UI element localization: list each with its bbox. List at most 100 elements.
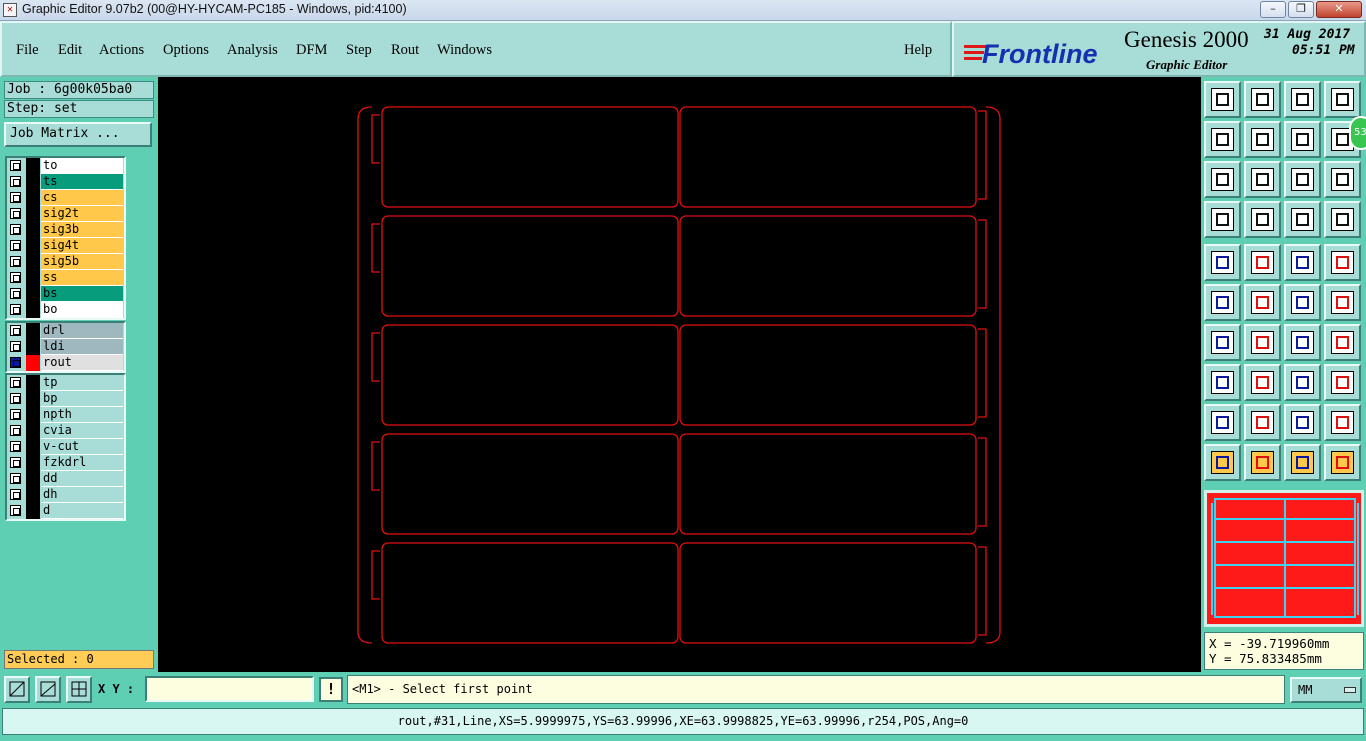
layer-display-swatch[interactable] xyxy=(26,423,40,439)
rect-tool-button[interactable] xyxy=(1244,244,1281,281)
layer-row-fzkdrl[interactable]: fzkdrl xyxy=(7,455,124,471)
layer-checkbox[interactable] xyxy=(10,377,21,388)
layer-name[interactable]: sig3b xyxy=(41,222,123,238)
layer-name[interactable]: cs xyxy=(41,190,123,206)
layer-row-npth[interactable]: npth xyxy=(7,407,124,423)
layer-display-swatch[interactable] xyxy=(26,302,40,318)
layer-display-swatch[interactable] xyxy=(26,238,40,254)
layer-display-swatch[interactable] xyxy=(26,286,40,302)
menu-help[interactable]: Help xyxy=(904,42,932,59)
layer-name[interactable]: npth xyxy=(41,407,123,423)
split-tool-button[interactable] xyxy=(1244,364,1281,401)
layer-name[interactable]: bs xyxy=(41,286,123,302)
point-tool-button[interactable] xyxy=(1324,284,1361,321)
layer-row-cs[interactable]: cs xyxy=(7,190,124,206)
layer-name[interactable]: ldi xyxy=(41,339,123,355)
layer-display-swatch[interactable] xyxy=(26,222,40,238)
layer-row-sig2t[interactable]: sig2t xyxy=(7,206,124,222)
layer-checkbox[interactable] xyxy=(10,409,21,420)
layer-row-bs[interactable]: bs xyxy=(7,286,124,302)
xy-input[interactable] xyxy=(145,676,314,702)
layer-checkbox[interactable] xyxy=(10,457,21,468)
layer-name[interactable]: tp xyxy=(41,375,123,391)
line-tool-button[interactable] xyxy=(1244,324,1281,361)
menu-file[interactable]: File xyxy=(16,42,39,59)
menu-options[interactable]: Options xyxy=(163,42,209,59)
layer-row-bp[interactable]: bp xyxy=(7,391,124,407)
triangle-tool-button[interactable] xyxy=(1204,404,1241,441)
layer-display-swatch[interactable] xyxy=(26,206,40,222)
layer-display-swatch[interactable] xyxy=(26,455,40,471)
snap-angle-button[interactable] xyxy=(35,676,61,703)
select4-tool-button[interactable] xyxy=(1324,444,1361,481)
layer-display-swatch[interactable] xyxy=(26,391,40,407)
layer-name[interactable]: d xyxy=(41,503,123,519)
node-tool-button[interactable] xyxy=(1284,284,1321,321)
down-arrow-tool-button[interactable] xyxy=(1244,81,1281,118)
triangle4-tool-button[interactable] xyxy=(1324,404,1361,441)
snap-center-button[interactable] xyxy=(66,676,92,703)
layer-name[interactable]: fzkdrl xyxy=(41,455,123,471)
left-arrow-tool-button[interactable] xyxy=(1204,121,1241,158)
layer-checkbox[interactable] xyxy=(10,256,21,267)
layer-checkbox[interactable] xyxy=(10,357,21,368)
undo-tool-button[interactable] xyxy=(1284,121,1321,158)
layer-display-swatch[interactable] xyxy=(26,158,40,174)
layer-link2-tool-button[interactable] xyxy=(1324,201,1361,238)
scale-tool-button[interactable] xyxy=(1204,364,1241,401)
layer-row-drl[interactable]: drl xyxy=(7,323,124,339)
layer-name[interactable]: dd xyxy=(41,471,123,487)
layer-row-sig3b[interactable]: sig3b xyxy=(7,222,124,238)
mirror-tool-button[interactable] xyxy=(1324,324,1361,361)
layer-checkbox[interactable] xyxy=(10,304,21,315)
right-arrow-tool-button[interactable] xyxy=(1244,121,1281,158)
menu-windows[interactable]: Windows xyxy=(437,42,492,59)
layer-checkbox[interactable] xyxy=(10,441,21,452)
up-arrow-tool-button[interactable] xyxy=(1204,81,1241,118)
layer-display-swatch[interactable] xyxy=(26,503,40,519)
layer-name[interactable]: bp xyxy=(41,391,123,407)
layer-checkbox[interactable] xyxy=(10,288,21,299)
layer-link-tool-button[interactable] xyxy=(1284,201,1321,238)
layer-row-dh[interactable]: dh xyxy=(7,487,124,503)
layer-name[interactable]: cvia xyxy=(41,423,123,439)
layer-display-swatch[interactable] xyxy=(26,270,40,286)
layer-name[interactable]: dh xyxy=(41,487,123,503)
layer-display-swatch[interactable] xyxy=(26,254,40,270)
connect-tool-button[interactable] xyxy=(1204,284,1241,321)
layer-display-swatch[interactable] xyxy=(26,487,40,503)
layer-checkbox[interactable] xyxy=(10,341,21,352)
layer-row-sig5b[interactable]: sig5b xyxy=(7,254,124,270)
exclamation-button[interactable]: ! xyxy=(319,677,343,702)
close-button[interactable]: ✕ xyxy=(1316,1,1362,18)
layer-row-to[interactable]: to xyxy=(7,158,124,174)
select3-tool-button[interactable] xyxy=(1284,444,1321,481)
layer-display-swatch[interactable] xyxy=(26,339,40,355)
angle-tool-button[interactable] xyxy=(1204,324,1241,361)
zoom-window-tool-button[interactable] xyxy=(1324,81,1361,118)
layer-checkbox[interactable] xyxy=(10,393,21,404)
layer-name[interactable]: sig2t xyxy=(41,206,123,222)
layer-row-v-cut[interactable]: v-cut xyxy=(7,439,124,455)
snap-tool-button[interactable] xyxy=(1244,201,1281,238)
layer-name[interactable]: v-cut xyxy=(41,439,123,455)
layer-name[interactable]: ts xyxy=(41,174,123,190)
triangle2-tool-button[interactable] xyxy=(1244,404,1281,441)
layer-checkbox[interactable] xyxy=(10,208,21,219)
layer-row-rout[interactable]: rout xyxy=(7,355,124,371)
layer-row-bo[interactable]: bo xyxy=(7,302,124,318)
layer-row-cvia[interactable]: cvia xyxy=(7,423,124,439)
layer-name[interactable]: sig4t xyxy=(41,238,123,254)
layer-row-dd[interactable]: dd xyxy=(7,471,124,487)
layer-checkbox[interactable] xyxy=(10,272,21,283)
select2-tool-button[interactable] xyxy=(1244,444,1281,481)
menu-actions[interactable]: Actions xyxy=(99,42,144,59)
layer-checkbox[interactable] xyxy=(10,473,21,484)
polygon-tool-button[interactable] xyxy=(1324,364,1361,401)
triangle3-tool-button[interactable] xyxy=(1284,404,1321,441)
maximize-button[interactable]: ❐ xyxy=(1288,1,1314,18)
arc-tool-button[interactable] xyxy=(1284,324,1321,361)
layer-display-swatch[interactable] xyxy=(26,355,40,371)
layer-name[interactable]: ss xyxy=(41,270,123,286)
layer-display-swatch[interactable] xyxy=(26,323,40,339)
